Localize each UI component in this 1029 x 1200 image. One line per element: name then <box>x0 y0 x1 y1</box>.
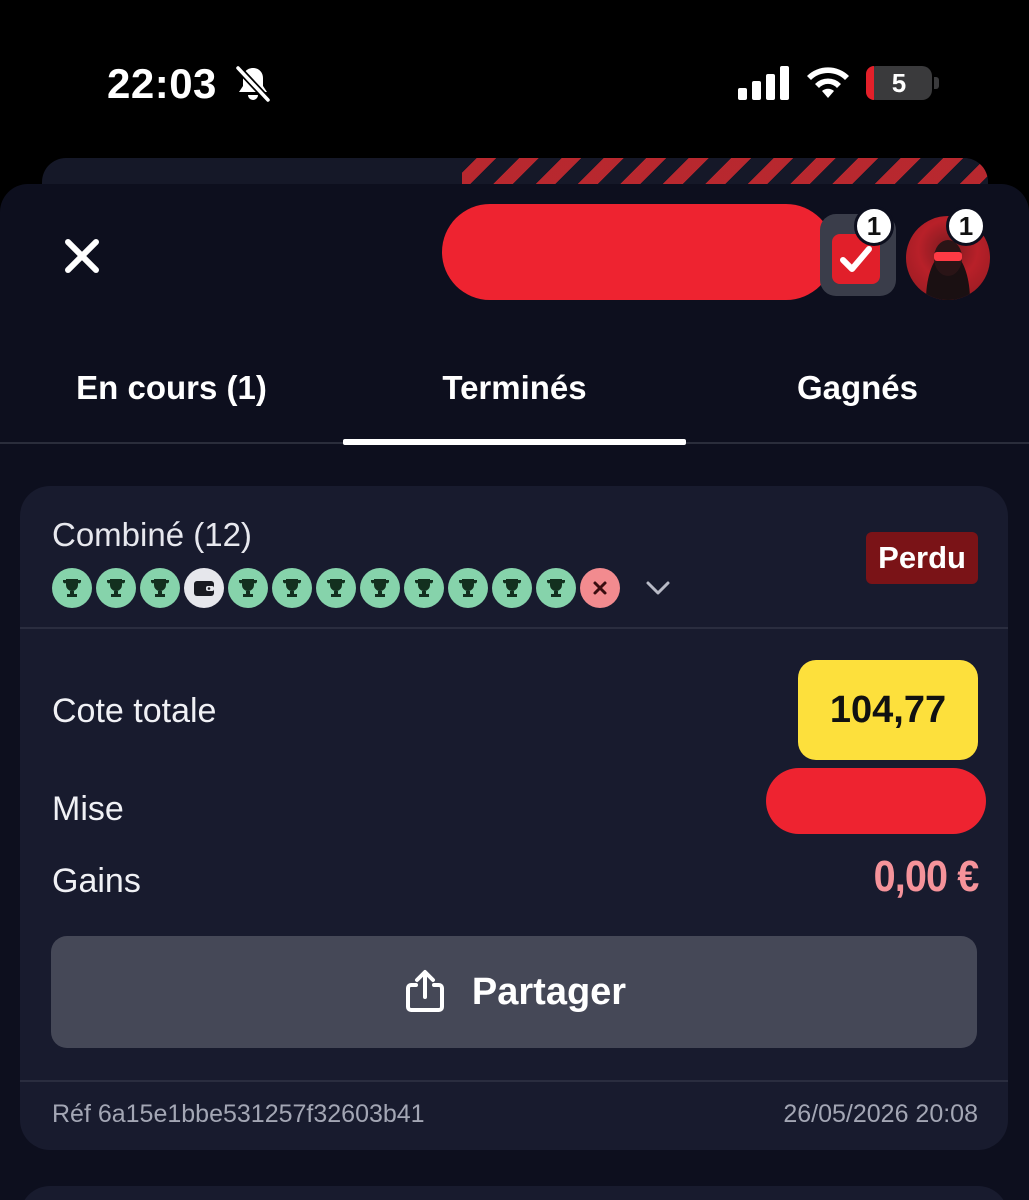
redacted-stake <box>766 768 986 834</box>
odds-label: Cote totale <box>52 692 217 730</box>
trophy-icon <box>536 568 576 608</box>
chevron-down-icon[interactable] <box>638 568 678 608</box>
trophy-icon <box>448 568 488 608</box>
stake-label: Mise <box>52 790 124 828</box>
gains-label: Gains <box>52 862 141 900</box>
trophy-icon <box>360 568 400 608</box>
gains-value: 0,00 € <box>873 852 979 901</box>
bell-slash-icon <box>235 65 271 103</box>
battery-icon: 5 <box>866 66 932 100</box>
share-label: Partager <box>471 970 627 1013</box>
trophy-icon <box>492 568 532 608</box>
wifi-icon <box>807 67 849 98</box>
trophy-icon <box>316 568 356 608</box>
tab-en-cours[interactable]: En cours (1) <box>0 360 343 416</box>
bet-legs <box>52 568 678 608</box>
cellular-signal-icon <box>738 66 789 100</box>
share-icon <box>405 970 444 1012</box>
wallet-icon <box>184 568 224 608</box>
next-bet-card[interactable] <box>20 1186 1008 1200</box>
status-badge: Perdu <box>866 532 978 584</box>
bet-title: Combiné (12) <box>52 516 252 553</box>
bets-count-badge: 1 <box>854 206 894 246</box>
divider <box>20 627 1008 629</box>
redacted-area <box>442 204 834 300</box>
trophy-icon <box>52 568 92 608</box>
trophy-icon <box>96 568 136 608</box>
odds-value: 104,77 <box>798 660 978 760</box>
battery-tip <box>934 77 939 89</box>
close-button[interactable] <box>58 232 106 280</box>
tab-termines[interactable]: Terminés <box>343 360 686 416</box>
close-icon <box>65 239 99 273</box>
divider <box>20 1080 1008 1082</box>
bet-card[interactable]: Combiné (12) Perdu Cote totale 104,77 Mi… <box>20 486 1008 1150</box>
status-time: 22:03 <box>107 60 217 107</box>
tab-gagnes[interactable]: Gagnés <box>686 360 1029 416</box>
bet-date: 26/05/2026 20:08 <box>783 1100 978 1128</box>
status-bar: 22:03 5 <box>0 0 1029 150</box>
trophy-icon <box>228 568 268 608</box>
share-button[interactable]: Partager <box>51 936 977 1048</box>
notification-badge: 1 <box>946 206 986 246</box>
trophy-icon <box>140 568 180 608</box>
trophy-icon <box>272 568 312 608</box>
bet-reference: Réf 6a15e1bbe531257f32603b41 <box>52 1100 425 1128</box>
trophy-icon <box>404 568 444 608</box>
active-tab-indicator <box>343 439 686 445</box>
battery-level: 5 <box>891 68 907 98</box>
lost-leg-icon <box>580 568 620 608</box>
